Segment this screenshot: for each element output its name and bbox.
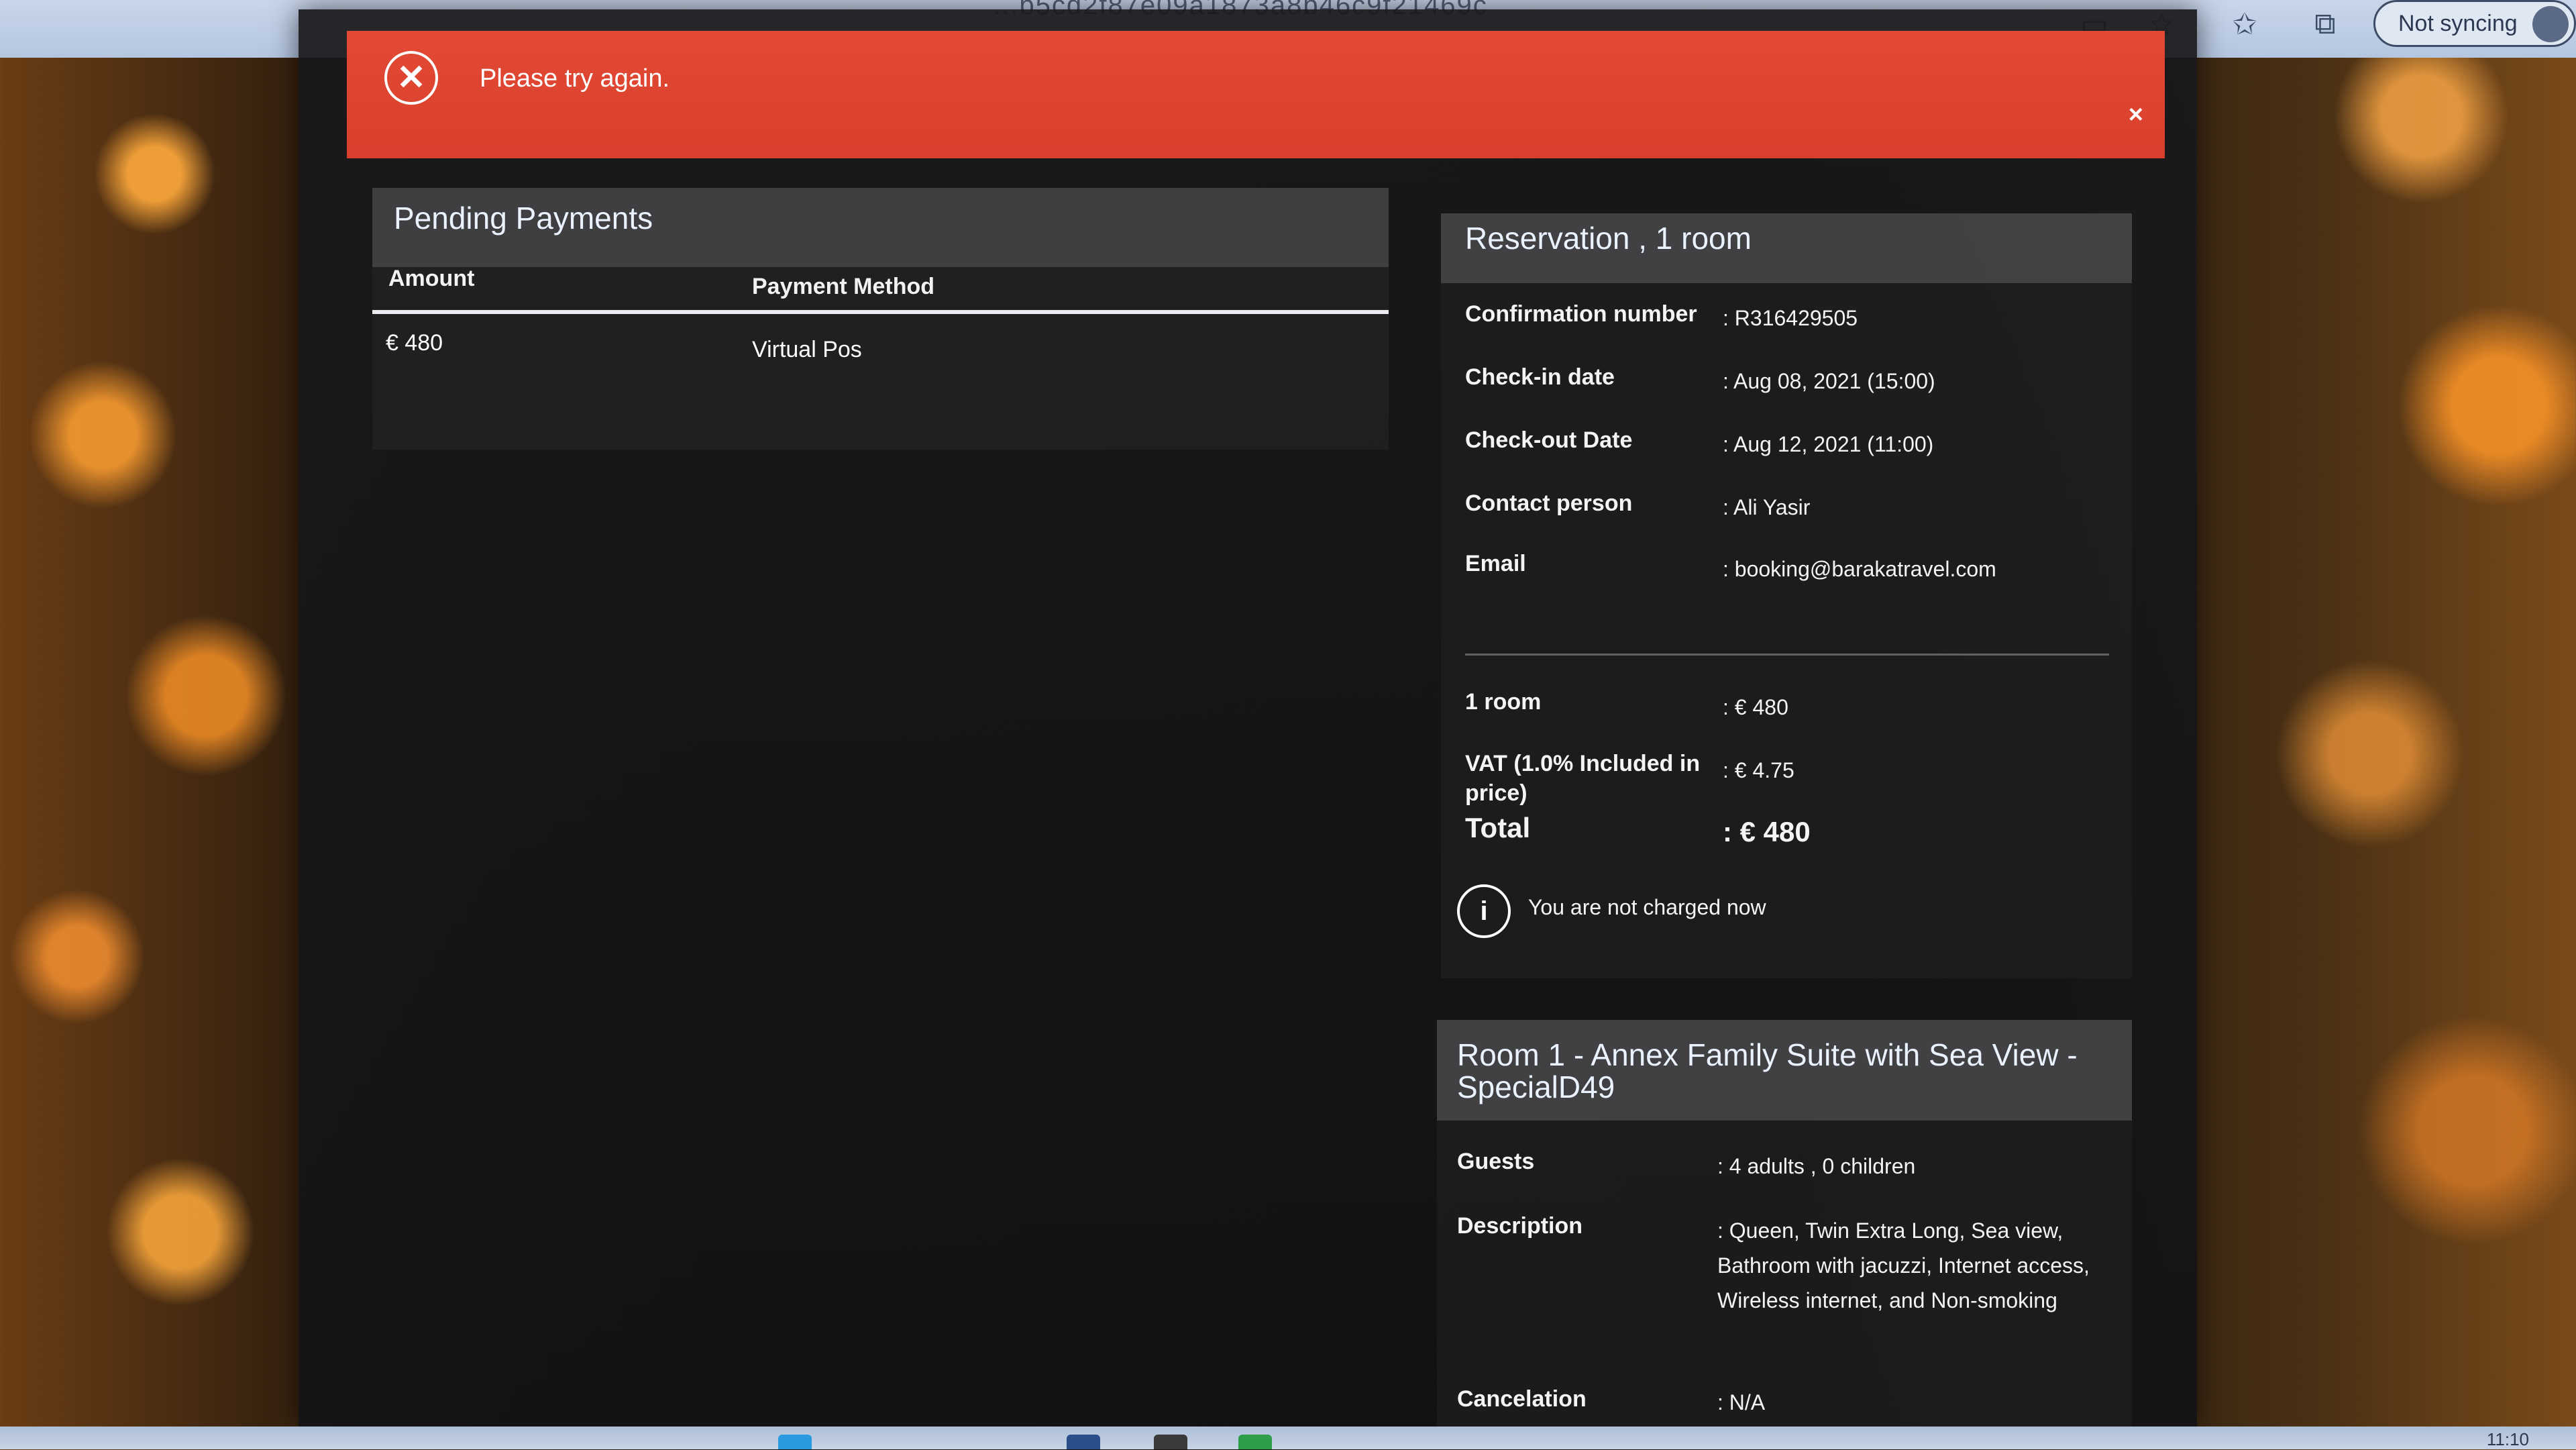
taskbar-excel-icon[interactable] — [1238, 1435, 1272, 1449]
check-in-value: : Aug 08, 2021 (15:00) — [1723, 369, 1935, 393]
check-in-label: Check-in date — [1465, 364, 1615, 390]
check-out-value: : Aug 12, 2021 (11:00) — [1723, 432, 1934, 456]
os-taskbar: 11:10 — [0, 1427, 2576, 1449]
taskbar-clock: 11:10 — [2486, 1429, 2529, 1449]
payment-method: Virtual Pos — [752, 337, 862, 362]
confirmation-number-value: : R316429505 — [1723, 306, 1858, 330]
contact-person-value: : Ali Yasir — [1723, 495, 1811, 519]
check-out-label: Check-out Date — [1465, 427, 1633, 453]
total-label: Total — [1465, 812, 1531, 843]
taskbar-edge-icon[interactable] — [778, 1435, 812, 1449]
reservation-card: Reservation , 1 room Confirmation number… — [1441, 213, 2132, 978]
cancelation-label: Cancelation — [1457, 1386, 1587, 1412]
taskbar-app-icon[interactable] — [1067, 1435, 1100, 1449]
room-details-header: Room 1 - Annex Family Suite with Sea Vie… — [1437, 1020, 2132, 1121]
reservation-title: Reservation , 1 room — [1465, 221, 1752, 256]
favorites-icon[interactable]: ✩ — [2224, 4, 2265, 44]
sync-status-label: Not syncing — [2398, 10, 2518, 36]
room-price-value: : € 480 — [1723, 695, 1788, 719]
column-header-payment-method: Payment Method — [752, 274, 935, 299]
description-label: Description — [1457, 1213, 1583, 1239]
not-charged-notice: You are not charged now — [1528, 895, 1766, 919]
table-header-divider — [372, 310, 1389, 314]
alert-close-button[interactable]: × — [2129, 101, 2143, 130]
reservation-header: Reservation , 1 room — [1441, 213, 2132, 283]
room-title: Room 1 - Annex Family Suite with Sea Vie… — [1457, 1037, 2078, 1104]
guests-value: : 4 adults , 0 children — [1717, 1154, 1916, 1178]
email-value: : booking@barakatravel.com — [1723, 557, 1996, 581]
pending-payments-card: Pending Payments Amount Payment Method €… — [372, 188, 1389, 450]
profile-sync-button[interactable]: Not syncing — [2373, 0, 2576, 47]
pending-payments-header: Pending Payments — [372, 188, 1389, 267]
room-price-label: 1 room — [1465, 689, 1542, 715]
column-header-amount: Amount — [388, 266, 475, 291]
error-x-icon: ✕ — [384, 51, 438, 105]
contact-person-label: Contact person — [1465, 490, 1633, 516]
pricing-divider — [1465, 654, 2109, 656]
error-alert: ✕ Please try again. × — [347, 31, 2165, 158]
confirmation-number-label: Confirmation number — [1465, 301, 1697, 327]
vat-label: VAT (1.0% Included in price) — [1465, 751, 1701, 806]
pending-payments-title: Pending Payments — [394, 201, 653, 236]
guests-label: Guests — [1457, 1149, 1535, 1174]
profile-avatar-icon — [2532, 6, 2569, 42]
vat-value: : € 4.75 — [1723, 758, 1794, 782]
payment-amount: € 480 — [386, 330, 443, 356]
email-label: Email — [1465, 551, 1526, 576]
taskbar-store-icon[interactable] — [1154, 1435, 1187, 1449]
total-value: : € 480 — [1723, 816, 1811, 847]
cancelation-value: : N/A — [1717, 1390, 1766, 1414]
description-value: : Queen, Twin Extra Long, Sea view, Bath… — [1717, 1219, 2090, 1312]
alert-message: Please try again. — [480, 64, 670, 93]
collections-icon[interactable]: ⧉ — [2305, 4, 2345, 44]
info-icon: i — [1457, 884, 1511, 938]
room-details-card: Room 1 - Annex Family Suite with Sea Vie… — [1437, 1020, 2132, 1436]
